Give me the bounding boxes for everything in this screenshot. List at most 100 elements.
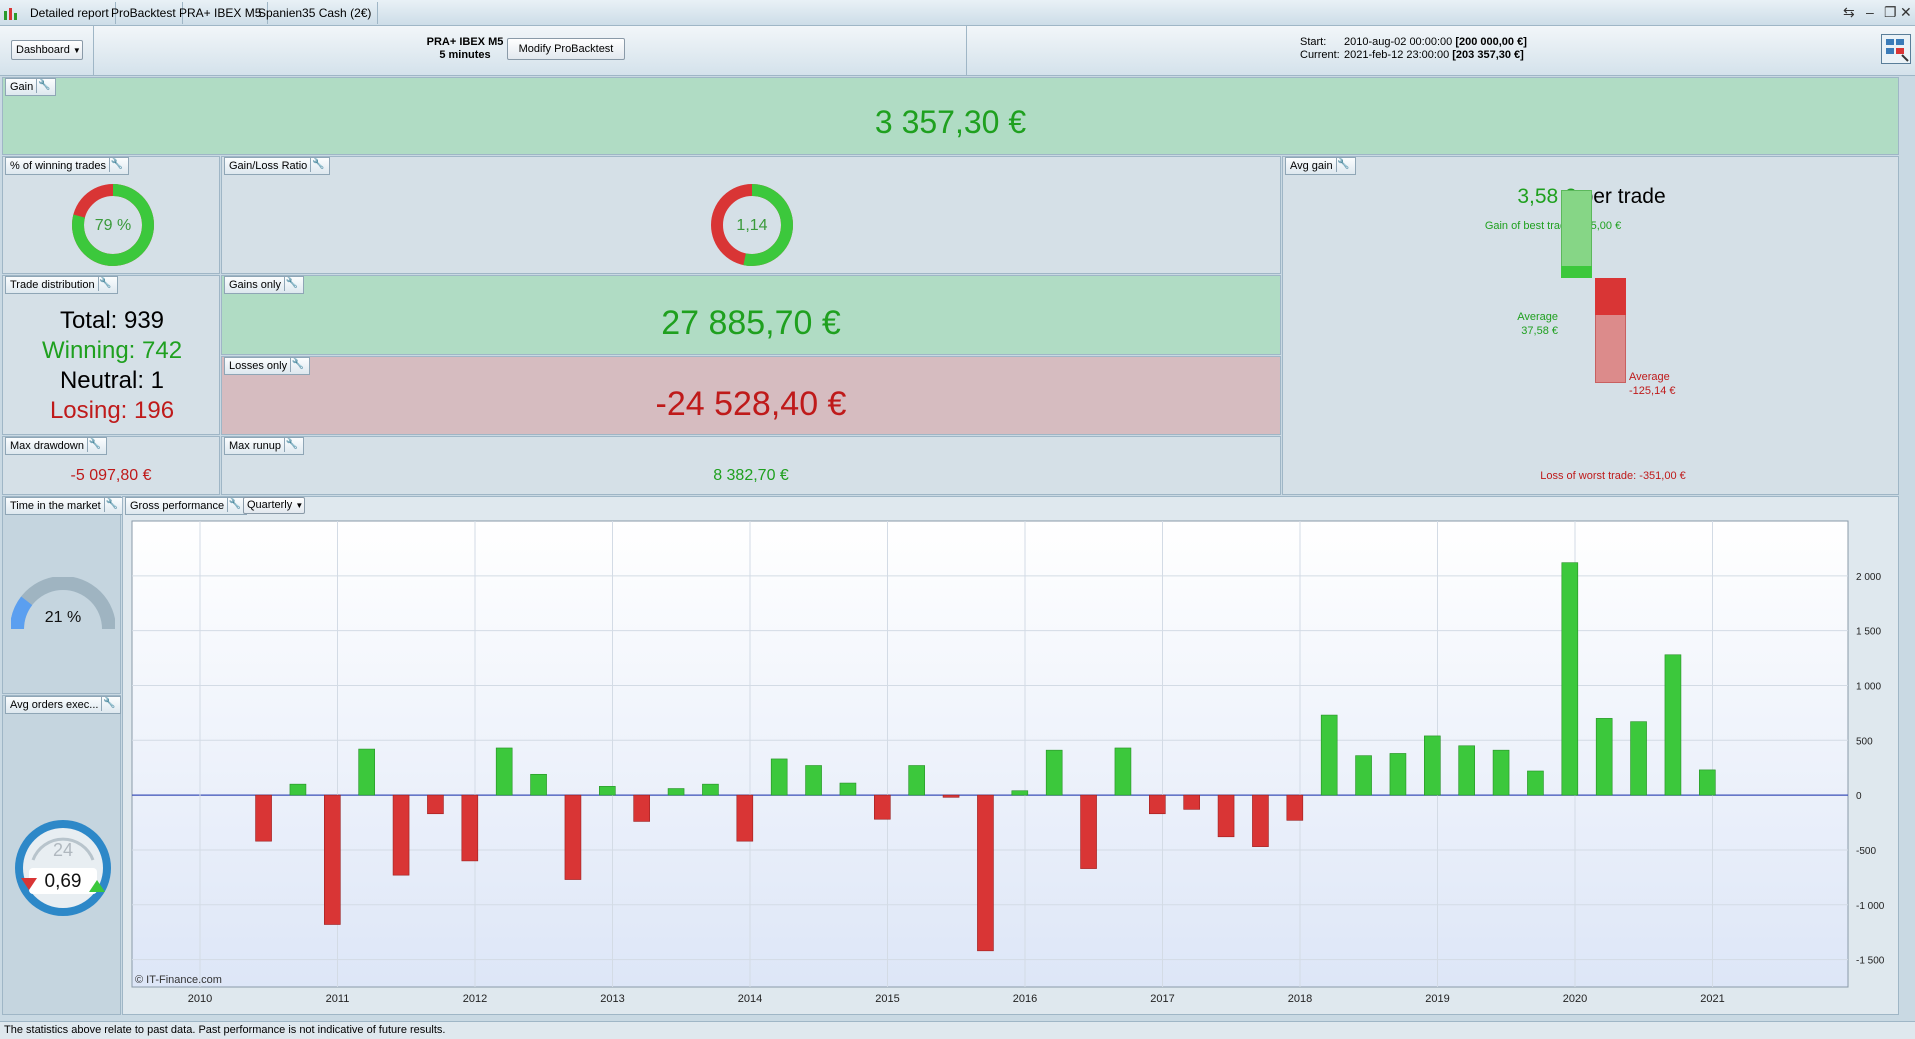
bar-2011-q3[interactable]	[392, 794, 410, 876]
tab-probacktest[interactable]: ProBacktest	[105, 2, 183, 24]
max-drawdown-value: -5 097,80 €	[70, 467, 152, 484]
start-label: Start:	[1300, 36, 1327, 48]
bar-2014-q3[interactable]	[805, 765, 822, 796]
bar-2012-q4[interactable]	[564, 794, 582, 880]
time-in-market-gauge: 21 %	[11, 577, 115, 630]
max-drawdown-title[interactable]: Max drawdown 🔧	[5, 437, 107, 455]
divider	[93, 26, 94, 76]
bar-2016-q4[interactable]	[1114, 747, 1132, 796]
gain-loss-title[interactable]: Gain/Loss Ratio 🔧	[224, 157, 331, 175]
bar-2020-q4[interactable]	[1664, 654, 1682, 796]
bar-2012-q3[interactable]	[530, 773, 547, 796]
minimize-icon[interactable]: ‒	[1866, 4, 1874, 20]
bar-2016-q3[interactable]	[1080, 794, 1097, 869]
wrench-icon[interactable]: 🔧	[109, 158, 124, 172]
bar-2021-q1[interactable]	[1699, 769, 1716, 796]
dashboard-dropdown[interactable]: Dashboard ▼	[11, 40, 83, 60]
bar-2013-q3[interactable]	[667, 788, 685, 796]
time-in-market-panel: Time in the market 🔧 21 %	[2, 496, 124, 694]
tab-detailed-report[interactable]: Detailed report	[24, 2, 116, 24]
winning-pct-title-label: % of winning trades	[10, 160, 106, 172]
gain-title[interactable]: Gain 🔧	[5, 78, 57, 96]
total-trades: Total: 939	[59, 307, 165, 334]
gross-performance-chart: 2 000 1 500 1 000 500 0 -500 -1 000 -1 500 2010…	[131, 520, 1885, 1005]
bar-2018-q1[interactable]	[1286, 794, 1304, 821]
bar-2020-q3[interactable]	[1630, 721, 1647, 796]
wrench-icon[interactable]: 🔧	[101, 697, 116, 711]
avg-gain-title[interactable]: Avg gain 🔧	[1285, 157, 1356, 175]
winning-donut: 79 %	[72, 184, 154, 266]
distribution-values: Total: 939 Winning: 742 Neutral: 1 Losin…	[3, 306, 221, 426]
average-gain-label-text: Average	[1517, 311, 1558, 323]
restore-icon[interactable]: ❐	[1884, 4, 1897, 21]
wrench-icon[interactable]: 🔧	[283, 438, 299, 452]
wrench-icon[interactable]: 🔧	[283, 277, 299, 291]
wrench-icon[interactable]: 🔧	[103, 498, 119, 512]
gain-panel: Gain 🔧 3 357,30 €	[2, 77, 1899, 155]
winning-pct-title[interactable]: % of winning trades 🔧	[5, 157, 129, 175]
bar-2020-q2[interactable]	[1595, 718, 1613, 796]
gains-only-title[interactable]: Gains only 🔧	[224, 276, 304, 294]
bar-2017-q3[interactable]	[1217, 794, 1235, 838]
bar-2018-q4[interactable]	[1389, 753, 1407, 796]
losses-only-title[interactable]: Losses only 🔧	[224, 357, 311, 375]
period-dropdown[interactable]: Quarterly ▼	[243, 497, 305, 514]
bar-2013-q2[interactable]	[633, 794, 650, 822]
bar-2018-q2[interactable]	[1320, 714, 1338, 796]
bar-2018-q3[interactable]	[1355, 755, 1372, 796]
bar-2012-q2[interactable]	[495, 747, 513, 796]
losses-only-panel: Losses only 🔧 -24 528,40 €	[221, 356, 1281, 435]
bar-2016-q2[interactable]	[1045, 749, 1063, 796]
close-icon[interactable]: ✕	[1900, 4, 1912, 21]
bar-2019-q3[interactable]	[1492, 749, 1510, 796]
time-in-market-title[interactable]: Time in the market 🔧	[5, 497, 124, 515]
bar-2015-q3[interactable]	[942, 794, 960, 798]
period-info: Start: 2010-aug-02 00:00:00 [200 000,00 €…	[1300, 36, 1527, 62]
bar-2014-q4[interactable]	[839, 782, 857, 796]
wrench-icon[interactable]: 🔧	[290, 358, 305, 372]
bar-2019-q1[interactable]	[1424, 735, 1441, 796]
max-runup-title[interactable]: Max runup 🔧	[224, 437, 304, 455]
worst-trade-label: Loss of worst trade: -351,00 €	[1540, 470, 1686, 482]
bar-2017-q1[interactable]	[1149, 794, 1166, 815]
bar-2010-q3[interactable]	[255, 794, 272, 842]
wrench-icon[interactable]: 🔧	[36, 79, 51, 93]
bar-2015-q1[interactable]	[874, 794, 891, 820]
wrench-icon[interactable]: 🔧	[1335, 158, 1351, 172]
avg-orders-title[interactable]: Avg orders exec... 🔧	[5, 696, 122, 714]
bar-2020-q1[interactable]	[1561, 562, 1579, 796]
losing-trades: Losing: 196	[49, 397, 175, 424]
trade-distribution-title[interactable]: Trade distribution 🔧	[5, 276, 118, 294]
wrench-icon[interactable]: 🔧	[86, 438, 102, 452]
gross-performance-title[interactable]: Gross performance 🔧	[125, 497, 248, 515]
bar-2015-q2[interactable]	[908, 765, 925, 796]
share-icon[interactable]: ⇆	[1843, 4, 1855, 21]
bar-2019-q4[interactable]	[1527, 770, 1544, 796]
average-gain-label: Average 37,58 €	[1483, 310, 1558, 338]
gain-title-label: Gain	[10, 81, 34, 93]
bar-2017-q4[interactable]	[1252, 794, 1269, 847]
settings-grid-icon[interactable]	[1881, 34, 1911, 64]
gain-value: 3 357,30 €	[874, 104, 1027, 140]
bar-2014-q1[interactable]	[736, 794, 754, 842]
modify-probacktest-button[interactable]: Modify ProBacktest	[507, 38, 625, 60]
bar-2019-q2[interactable]	[1458, 745, 1475, 796]
bar-2013-q4[interactable]	[702, 783, 719, 796]
bar-2013-q1[interactable]	[599, 786, 616, 796]
bar-2016-q1[interactable]	[1011, 790, 1029, 796]
avg-gain-title-label: Avg gain	[1290, 160, 1333, 172]
wrench-icon[interactable]: 🔧	[227, 498, 242, 512]
bar-2011-q4[interactable]	[427, 794, 444, 815]
bar-2010-q4[interactable]	[289, 783, 307, 796]
tab-instrument[interactable]: Spanien35 Cash (2€)	[252, 2, 379, 24]
wrench-icon[interactable]: 🔧	[310, 158, 325, 172]
wrench-icon[interactable]: 🔧	[97, 277, 113, 291]
bar-2015-q4[interactable]	[977, 794, 994, 952]
bar-2017-q2[interactable]	[1183, 794, 1200, 810]
start-date: 2010-aug-02 00:00:00	[1344, 36, 1453, 48]
bar-2012-q1[interactable]	[461, 794, 479, 862]
bar-2014-q2[interactable]	[770, 758, 788, 796]
average-gain-value: 37,58 €	[1521, 325, 1558, 337]
bar-2011-q2[interactable]	[358, 748, 375, 796]
bar-2011-q1[interactable]	[324, 794, 341, 925]
